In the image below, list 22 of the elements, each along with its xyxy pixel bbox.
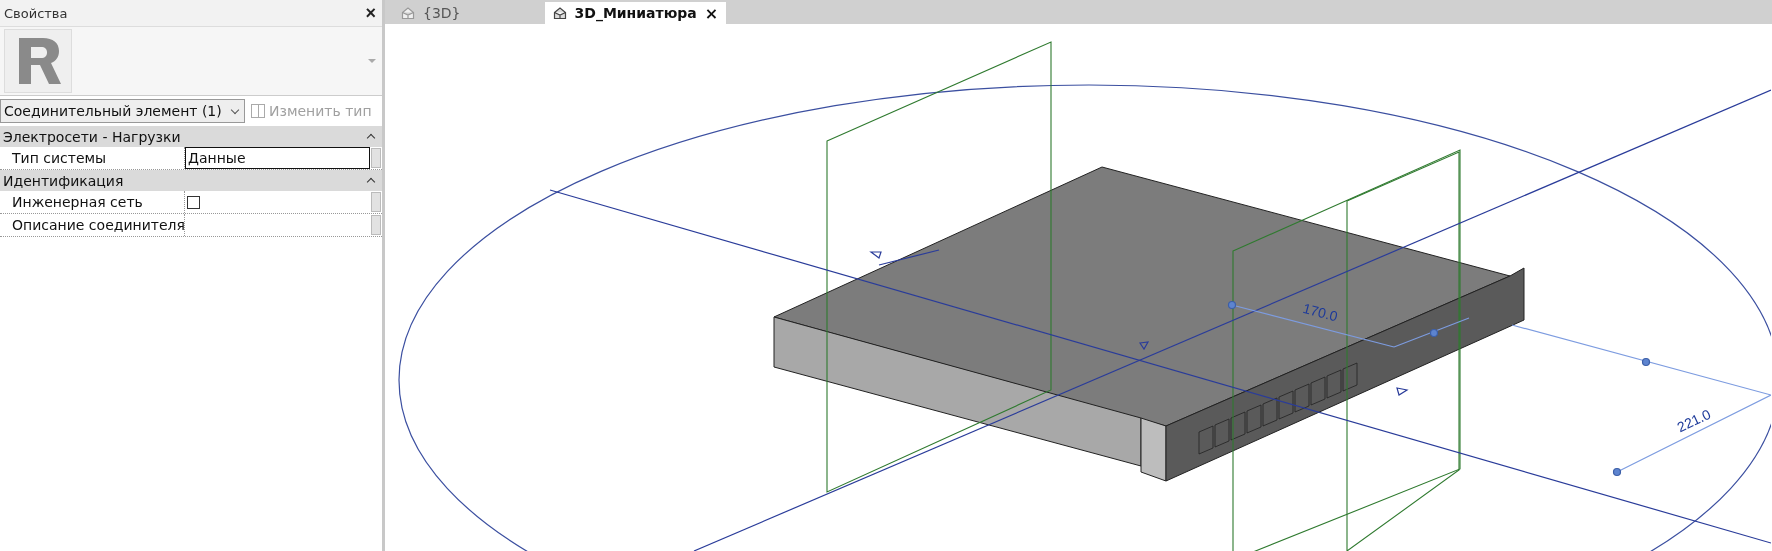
dimension-label: 170.0 (1301, 299, 1340, 325)
close-button[interactable]: × (365, 4, 376, 22)
logo-icon (4, 29, 72, 93)
checkbox[interactable] (187, 195, 200, 209)
house-icon (401, 6, 415, 20)
close-tab-icon[interactable]: × (704, 3, 719, 23)
property-value-field[interactable]: Данные (185, 147, 370, 169)
scrollbar-thumb[interactable] (371, 215, 381, 235)
group-header[interactable]: Идентификация (0, 170, 382, 191)
property-label: Инженерная сеть (0, 191, 185, 213)
view-tab[interactable]: {3D} (393, 2, 469, 24)
view-tab[interactable]: 3D_Миниатюра × (544, 2, 727, 24)
type-selector-dropdown[interactable]: Соединительный элемент (1) (0, 99, 245, 123)
scrollbar-thumb[interactable] (371, 148, 381, 168)
dropdown-caret-icon[interactable] (368, 59, 376, 63)
property-label: Тип системы (0, 147, 185, 169)
house-icon (552, 6, 567, 20)
group-header[interactable]: Электросети - Нагрузки (0, 126, 382, 147)
dimension-label: 221.0 (1674, 405, 1714, 436)
scrollbar-thumb[interactable] (371, 192, 381, 212)
panel-title: Свойства (4, 5, 68, 21)
property-label: Описание соединителя (0, 214, 185, 236)
